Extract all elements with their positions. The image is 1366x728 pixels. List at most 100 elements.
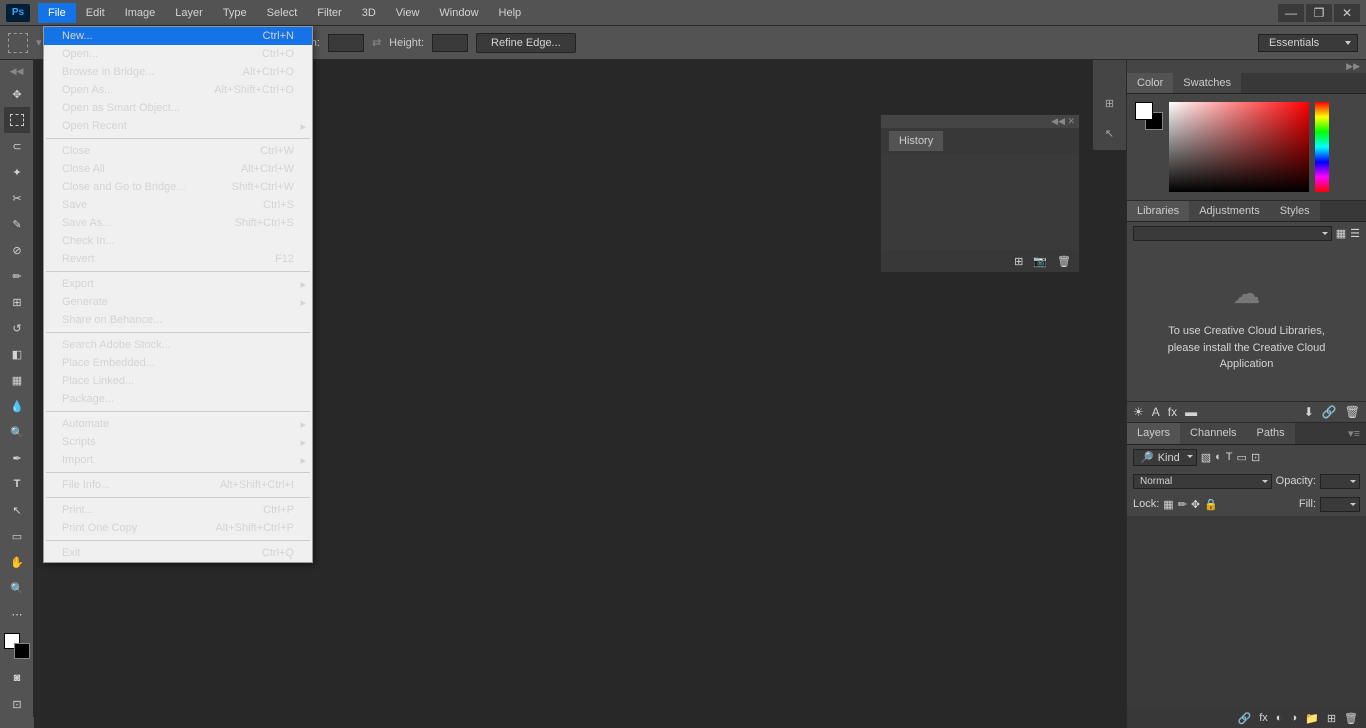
filter-type-icon[interactable]: T [1226,451,1233,463]
file-menu-open[interactable]: Open...Ctrl+O [44,45,312,63]
adjustments-tab[interactable]: Adjustments [1189,201,1270,221]
file-menu-generate[interactable]: Generate▸ [44,293,312,311]
screenmode-tool[interactable]: ⊡ [4,691,30,717]
eraser-tool[interactable]: ◧ [4,341,30,367]
file-menu-automate[interactable]: Automate▸ [44,415,312,433]
menu-3d[interactable]: 3D [352,3,386,23]
menu-layer[interactable]: Layer [165,3,213,23]
dock-icon-1[interactable]: ⊞ [1097,90,1123,116]
dodge-tool[interactable]: 🔍 [4,419,30,445]
maximize-button[interactable]: ❐ [1306,4,1332,22]
marquee-tool-preset-icon[interactable] [8,33,28,53]
adj-text-icon[interactable]: A [1152,405,1160,419]
stamp-tool[interactable]: ⊞ [4,289,30,315]
file-menu-share-on-behance[interactable]: Share on Behance... [44,311,312,329]
gradient-tool[interactable]: ▦ [4,367,30,393]
adj-brightness-icon[interactable]: ☀ [1133,405,1144,419]
file-menu-print-one-copy[interactable]: Print One CopyAlt+Shift+Ctrl+P [44,519,312,537]
menu-edit[interactable]: Edit [76,3,115,23]
file-menu-open-recent[interactable]: Open Recent▸ [44,117,312,135]
path-tool[interactable]: ↖ [4,497,30,523]
lib-grid-icon[interactable]: ▦ [1336,227,1346,240]
libraries-tab[interactable]: Libraries [1127,201,1189,221]
adj-link-icon[interactable]: 🔗 [1322,405,1337,419]
blur-tool[interactable]: 💧 [4,393,30,419]
file-menu-search-adobe-stock[interactable]: Search Adobe Stock... [44,336,312,354]
file-menu-print[interactable]: Print...Ctrl+P [44,501,312,519]
hand-tool[interactable]: ✋ [4,549,30,575]
file-menu-open-as-smart-object[interactable]: Open as Smart Object... [44,99,312,117]
history-delete-icon[interactable]: 🗑 [1057,255,1071,268]
menu-select[interactable]: Select [257,3,308,23]
adj-delete-icon[interactable]: 🗑 [1345,405,1360,419]
menu-help[interactable]: Help [489,3,532,23]
layer-fx-icon[interactable]: fx [1259,712,1268,724]
opacity-input[interactable] [1320,474,1360,489]
paths-tab[interactable]: Paths [1247,423,1295,444]
file-menu-save[interactable]: SaveCtrl+S [44,196,312,214]
color-field[interactable] [1169,102,1309,192]
history-brush-tool[interactable]: ↺ [4,315,30,341]
file-menu-check-in[interactable]: Check In... [44,232,312,250]
layer-mask-icon[interactable]: ◐ [1276,712,1283,724]
width-input[interactable] [328,34,364,52]
filter-shape-icon[interactable]: ▭ [1237,451,1247,464]
file-menu-exit[interactable]: ExitCtrl+Q [44,544,312,562]
marquee-tool[interactable] [4,107,30,133]
adj-save-icon[interactable]: ⬇ [1304,405,1314,419]
file-menu-place-embedded[interactable]: Place Embedded... [44,354,312,372]
swatches-tab[interactable]: Swatches [1173,73,1241,93]
pen-tool[interactable]: ✒ [4,445,30,471]
move-tool[interactable]: ✥ [4,81,30,107]
workspace-select[interactable]: Essentials [1258,34,1358,52]
lib-list-icon[interactable]: ☰ [1350,227,1360,240]
channels-tab[interactable]: Channels [1180,423,1246,444]
file-menu-open-as[interactable]: Open As...Alt+Shift+Ctrl+O [44,81,312,99]
file-menu-new[interactable]: New...Ctrl+N [44,27,312,45]
background-color[interactable] [14,643,30,659]
new-layer-icon[interactable]: ⊞ [1327,712,1336,725]
styles-tab[interactable]: Styles [1270,201,1320,221]
dock-icon-2[interactable]: ↖ [1097,120,1123,146]
panel-fg-color[interactable] [1135,102,1153,120]
filter-adjust-icon[interactable]: ◐ [1215,451,1222,463]
wand-tool[interactable]: ✦ [4,159,30,185]
file-menu-close-all[interactable]: Close AllAlt+Ctrl+W [44,160,312,178]
file-menu-export[interactable]: Export▸ [44,275,312,293]
minimize-button[interactable]: — [1278,4,1304,22]
color-tab[interactable]: Color [1127,73,1173,93]
library-select[interactable] [1133,226,1332,241]
filter-pixel-icon[interactable]: ▧ [1201,451,1211,464]
lock-position-icon[interactable]: ✏ [1178,498,1187,511]
file-menu-close[interactable]: CloseCtrl+W [44,142,312,160]
file-menu-import[interactable]: Import▸ [44,451,312,469]
kind-select[interactable]: 🔎Kind [1133,449,1197,466]
blend-mode-select[interactable]: Normal [1133,474,1272,489]
hue-strip[interactable] [1315,102,1329,192]
adj-fx-icon[interactable]: fx [1168,405,1177,419]
panel-menu-icon[interactable]: ▾≡ [1342,423,1366,444]
file-menu-file-info[interactable]: File Info...Alt+Shift+Ctrl+I [44,476,312,494]
menu-type[interactable]: Type [213,3,257,23]
fill-input[interactable] [1320,497,1360,512]
file-menu-revert[interactable]: RevertF12 [44,250,312,268]
file-menu-scripts[interactable]: Scripts▸ [44,433,312,451]
lock-move-icon[interactable]: ✥ [1191,498,1200,511]
adjustment-layer-icon[interactable]: ◑ [1290,712,1297,724]
delete-layer-icon[interactable]: 🗑 [1344,712,1358,725]
eyedropper-tool[interactable]: ✎ [4,211,30,237]
file-menu-place-linked[interactable]: Place Linked... [44,372,312,390]
healing-tool[interactable]: ⊘ [4,237,30,263]
type-tool[interactable]: T [4,471,30,497]
brush-tool[interactable]: ✏ [4,263,30,289]
zoom-tool[interactable]: 🔍 [4,575,30,601]
lock-pixels-icon[interactable]: ▦ [1163,498,1173,511]
crop-tool[interactable]: ✂ [4,185,30,211]
file-menu-browse-in-bridge[interactable]: Browse in Bridge...Alt+Ctrl+O [44,63,312,81]
lasso-tool[interactable]: ⊂ [4,133,30,159]
lock-all-icon[interactable]: 🔒 [1204,498,1218,511]
height-input[interactable] [432,34,468,52]
history-tab[interactable]: History [889,131,943,151]
file-menu-close-and-go-to-bridge[interactable]: Close and Go to Bridge...Shift+Ctrl+W [44,178,312,196]
menu-window[interactable]: Window [429,3,488,23]
